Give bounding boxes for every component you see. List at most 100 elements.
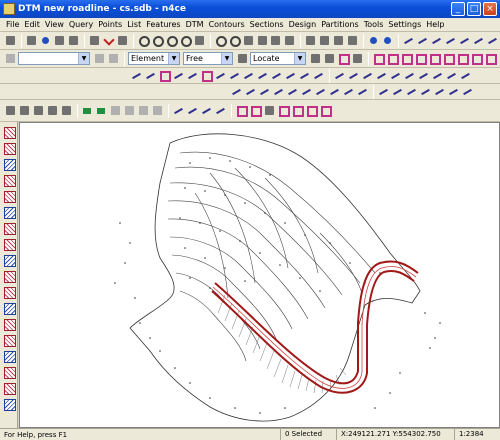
contour-icon[interactable]: [200, 104, 213, 117]
feature-code-12-icon[interactable]: [3, 302, 16, 315]
extend-icon[interactable]: [486, 34, 499, 47]
modify-1-icon[interactable]: [230, 85, 243, 98]
edit-7-icon[interactable]: [417, 69, 430, 82]
redraw-icon[interactable]: [256, 34, 269, 47]
stop-icon[interactable]: [351, 52, 364, 65]
rotate-tool-icon[interactable]: [312, 69, 325, 82]
profile-icon[interactable]: [291, 104, 304, 117]
break-icon[interactable]: [472, 34, 485, 47]
modify-13-icon[interactable]: [405, 85, 418, 98]
modify-10-icon[interactable]: [356, 85, 369, 98]
dtm-drawing[interactable]: [20, 123, 500, 428]
modify-4-icon[interactable]: [272, 85, 285, 98]
menu-features[interactable]: Features: [146, 20, 180, 29]
pin-icon[interactable]: [93, 52, 106, 65]
arc-icon[interactable]: [430, 34, 443, 47]
feature-1-icon[interactable]: [372, 52, 385, 65]
modify-14-icon[interactable]: [419, 85, 432, 98]
modify-15-icon[interactable]: [433, 85, 446, 98]
design-icon[interactable]: [277, 104, 290, 117]
edit-3-icon[interactable]: [361, 69, 374, 82]
line-tool-icon[interactable]: [130, 69, 143, 82]
view-2-icon[interactable]: [18, 104, 31, 117]
menu-settings[interactable]: Settings: [388, 20, 421, 29]
chevron-down-icon[interactable]: ▼: [221, 53, 232, 64]
table-icon[interactable]: [269, 34, 282, 47]
edit-8-icon[interactable]: [431, 69, 444, 82]
menu-view[interactable]: View: [45, 20, 64, 29]
forward-icon[interactable]: [95, 104, 108, 117]
view-5-icon[interactable]: [60, 104, 73, 117]
back-icon[interactable]: [81, 104, 94, 117]
modify-5-icon[interactable]: [286, 85, 299, 98]
trim-tool-icon[interactable]: [256, 69, 269, 82]
close-button[interactable]: ×: [483, 2, 497, 16]
chevron-down-icon[interactable]: ▼: [294, 53, 305, 64]
redo-icon[interactable]: [381, 34, 394, 47]
view-3-icon[interactable]: [32, 104, 45, 117]
menu-tools[interactable]: Tools: [364, 20, 384, 29]
feature-6-icon[interactable]: [442, 52, 455, 65]
feature-5-icon[interactable]: [428, 52, 441, 65]
menu-query[interactable]: Query: [69, 20, 93, 29]
modify-2-icon[interactable]: [244, 85, 257, 98]
edit-5-icon[interactable]: [389, 69, 402, 82]
menu-file[interactable]: File: [6, 20, 19, 29]
layer-combo[interactable]: ▼: [18, 52, 90, 65]
layers-icon[interactable]: [88, 34, 101, 47]
feature-3-icon[interactable]: [400, 52, 413, 65]
modify-9-icon[interactable]: [342, 85, 355, 98]
feature-code-15-icon[interactable]: [3, 350, 16, 363]
paste-icon[interactable]: [332, 34, 345, 47]
feature-code-3-icon[interactable]: [3, 158, 16, 171]
new-file-icon[interactable]: [4, 34, 17, 47]
point-icon[interactable]: [402, 34, 415, 47]
menu-design[interactable]: Design: [289, 20, 317, 29]
view-icon[interactable]: [283, 34, 296, 47]
section-icon[interactable]: [214, 104, 227, 117]
feature-code-1-icon[interactable]: [3, 126, 16, 139]
feature-code-2-icon[interactable]: [3, 142, 16, 155]
maximize-button[interactable]: □: [467, 2, 481, 16]
spline-tool-icon[interactable]: [214, 69, 227, 82]
string-icon[interactable]: [416, 34, 429, 47]
chamfer-tool-icon[interactable]: [284, 69, 297, 82]
modify-16-icon[interactable]: [447, 85, 460, 98]
offset-icon[interactable]: [444, 34, 457, 47]
feature-code-18-icon[interactable]: [3, 398, 16, 411]
help-icon[interactable]: [53, 34, 66, 47]
zoom-next-icon[interactable]: [228, 34, 241, 47]
string-edit-icon[interactable]: [235, 104, 248, 117]
feature-code-7-icon[interactable]: [3, 222, 16, 235]
menu-dtm[interactable]: DTM: [186, 20, 204, 29]
edit-2-icon[interactable]: [347, 69, 360, 82]
fillet-tool-icon[interactable]: [270, 69, 283, 82]
element-select[interactable]: Element ▼: [128, 52, 180, 65]
edit-9-icon[interactable]: [445, 69, 458, 82]
up-icon[interactable]: [109, 104, 122, 117]
feature-code-9-icon[interactable]: [3, 254, 16, 267]
copy-icon[interactable]: [304, 34, 317, 47]
edit-4-icon[interactable]: [375, 69, 388, 82]
zoom-out-icon[interactable]: [151, 34, 164, 47]
edit-1-icon[interactable]: [333, 69, 346, 82]
delete-icon[interactable]: [346, 34, 359, 47]
feature-8-icon[interactable]: [470, 52, 483, 65]
chevron-down-icon[interactable]: ▼: [78, 53, 89, 64]
context-help-icon[interactable]: [67, 34, 80, 47]
modify-7-icon[interactable]: [314, 85, 327, 98]
grid-icon[interactable]: [242, 34, 255, 47]
modify-8-icon[interactable]: [328, 85, 341, 98]
free-select[interactable]: Free ▼: [183, 52, 233, 65]
down-icon[interactable]: [123, 104, 136, 117]
hatch-icon[interactable]: [172, 104, 185, 117]
link-icon[interactable]: [309, 52, 322, 65]
fit-icon[interactable]: [193, 34, 206, 47]
view-1-icon[interactable]: [4, 104, 17, 117]
edit-6-icon[interactable]: [403, 69, 416, 82]
locate-select[interactable]: Locate ▼: [250, 52, 306, 65]
feature-code-10-icon[interactable]: [3, 270, 16, 283]
menu-contours[interactable]: Contours: [209, 20, 245, 29]
view-4-icon[interactable]: [46, 104, 59, 117]
snap-icon[interactable]: [236, 52, 249, 65]
